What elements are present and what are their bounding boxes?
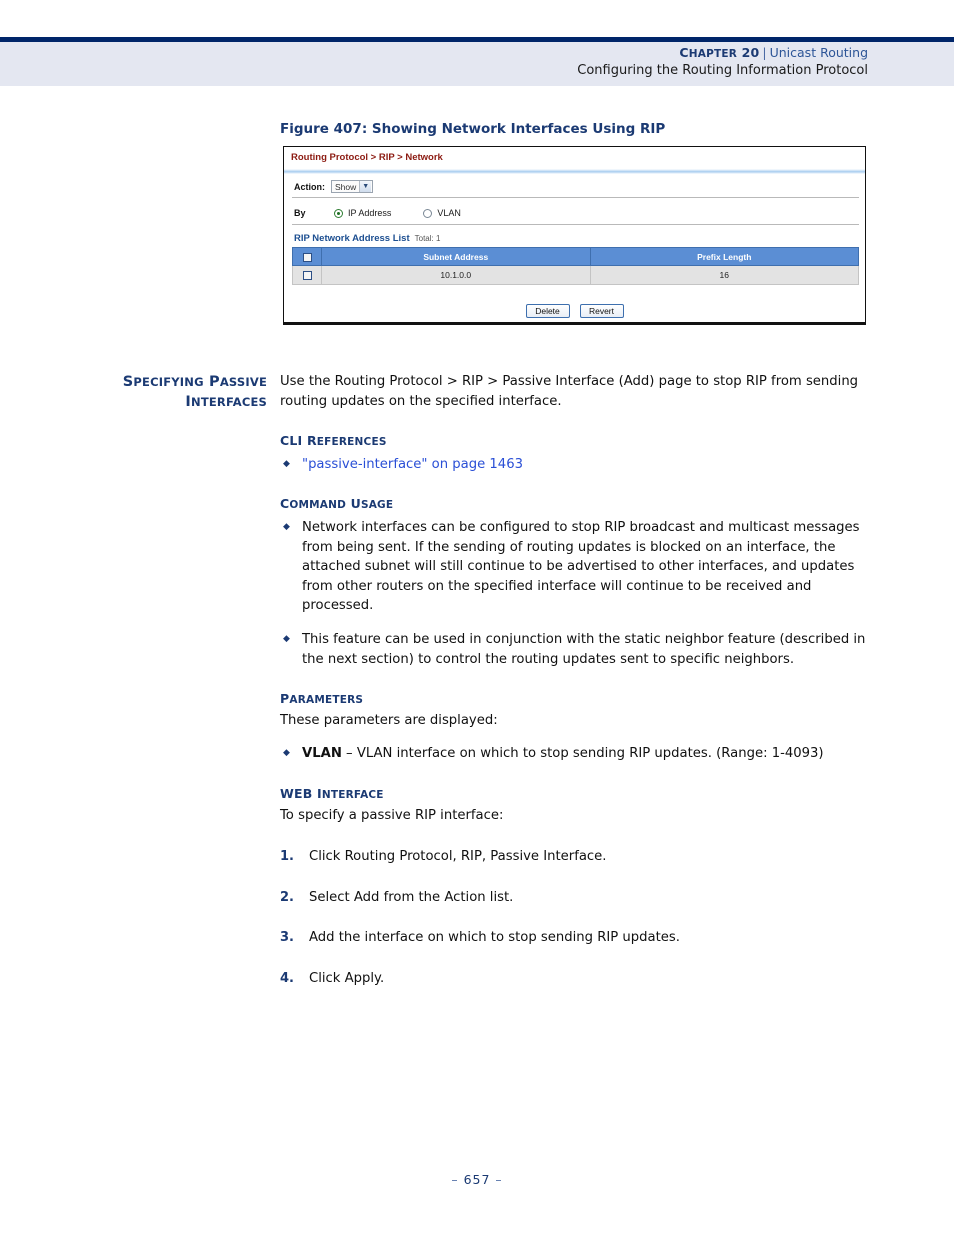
web-interface-section: WEB INTERFACE To specify a passive RIP i… <box>280 784 880 825</box>
cell-subnet-address: 10.1.0.0 <box>321 265 591 285</box>
row-select-cell[interactable] <box>292 265 322 285</box>
figure-caption: Figure 407: Showing Network Interfaces U… <box>280 121 666 137</box>
chapter-label: CHAPTER 20 <box>679 45 760 60</box>
ui-list-title: RIP Network Address List Total: 1 <box>294 233 440 244</box>
intro-paragraph: Use the Routing Protocol > RIP > Passive… <box>280 374 859 409</box>
command-usage-bullet-2: ◆ This feature can be used in conjunctio… <box>280 630 880 669</box>
step-text: Click Routing Protocol, RIP, Passive Int… <box>309 849 607 865</box>
page-number-dash-right: – <box>495 1172 503 1187</box>
step-number: 1. <box>280 849 294 865</box>
command-usage-heading: COMMAND USAGE <box>280 496 394 512</box>
ui-list-total: Total: 1 <box>414 234 441 243</box>
diamond-bullet-icon: ◆ <box>283 458 290 469</box>
delete-button[interactable]: Delete <box>525 304 570 318</box>
table-row: 10.1.0.0 16 <box>292 265 859 285</box>
command-usage-bullet-1: ◆ Network interfaces can be configured t… <box>280 518 880 616</box>
parameters-section: PARAMETERS These parameters are displaye… <box>280 689 880 764</box>
action-select[interactable]: Show ▼ <box>331 180 374 193</box>
command-usage-section: COMMAND USAGE ◆ Network interfaces can b… <box>280 494 880 669</box>
select-all-checkbox[interactable] <box>302 252 312 262</box>
cell-prefix-length: 16 <box>589 265 859 285</box>
revert-button[interactable]: Revert <box>579 304 624 318</box>
step-item: 1. Click Routing Protocol, RIP, Passive … <box>280 847 880 867</box>
section-margin-heading: SPECIFYING PASSIVE INTERFACES <box>95 372 267 412</box>
step-item: 4. Click Apply. <box>280 969 880 989</box>
web-interface-heading: WEB INTERFACE <box>280 785 384 801</box>
rip-network-address-table: Subnet Address Prefix Length 10.1.0.0 16 <box>292 247 859 285</box>
step-text: Add the interface on which to stop sendi… <box>309 930 680 946</box>
web-interface-steps: 1. Click Routing Protocol, RIP, Passive … <box>280 847 880 988</box>
step-number: 2. <box>280 889 294 905</box>
ui-list-title-text: RIP Network Address List <box>294 233 410 244</box>
ui-by-row: By IP Address VLAN <box>284 204 865 222</box>
command-usage-bullet-2-text: This feature can be used in conjunction … <box>302 631 866 667</box>
column-header-subnet-address: Subnet Address <box>321 247 591 266</box>
step-item: 2. Select Add from the Action list. <box>280 888 880 908</box>
cli-reference-item: ◆ "passive-interface" on page 1463 <box>280 455 880 475</box>
parameters-heading: PARAMETERS <box>280 691 364 707</box>
web-interface-intro: To specify a passive RIP interface: <box>280 807 504 823</box>
running-head-chapter: CHAPTER 20 | Unicast Routing <box>679 45 868 60</box>
parameter-vlan-desc: – VLAN interface on which to stop sendin… <box>341 746 824 762</box>
page-number: – 657 – <box>0 1172 954 1187</box>
radio-ip-address[interactable]: IP Address <box>334 208 391 218</box>
margin-heading-line-2: INTERFACES <box>185 394 267 410</box>
ui-divider-mid <box>292 224 859 225</box>
cli-references-section: CLI REFERENCES ◆ "passive-interface" on … <box>280 431 880 474</box>
step-number: 4. <box>280 970 294 986</box>
column-header-prefix-length: Prefix Length <box>589 247 859 266</box>
parameter-vlan-item: ◆ VLAN – VLAN interface on which to stop… <box>280 744 880 764</box>
page-number-value: 657 <box>463 1172 491 1187</box>
row-checkbox[interactable] <box>302 271 312 281</box>
radio-vlan-input[interactable] <box>423 208 433 218</box>
step-item: 3. Add the interface on which to stop se… <box>280 928 880 948</box>
diamond-bullet-icon: ◆ <box>283 748 290 759</box>
body-content: Use the Routing Protocol > RIP > Passive… <box>280 372 880 988</box>
radio-ip-address-label: IP Address <box>348 208 392 218</box>
select-all-header[interactable] <box>292 247 322 266</box>
table-header-row: Subnet Address Prefix Length <box>292 247 859 266</box>
radio-vlan-label: VLAN <box>437 208 461 218</box>
step-number: 3. <box>280 930 294 946</box>
cli-references-heading: CLI REFERENCES <box>280 433 387 449</box>
parameter-vlan-name: VLAN <box>302 746 342 762</box>
chevron-down-icon: ▼ <box>359 181 372 192</box>
ui-action-row: Action: Show ▼ <box>284 177 865 196</box>
by-label: By <box>294 208 306 218</box>
diamond-bullet-icon: ◆ <box>283 633 290 644</box>
radio-ip-address-input[interactable] <box>334 208 343 218</box>
diamond-bullet-icon: ◆ <box>283 521 290 532</box>
radio-vlan[interactable]: VLAN <box>423 208 461 218</box>
header-separator: | <box>762 45 767 60</box>
figure-screenshot: Routing Protocol > RIP > Network Action:… <box>283 146 866 325</box>
step-text: Click Apply. <box>309 970 385 986</box>
action-label: Action: <box>294 181 325 192</box>
parameters-intro: These parameters are displayed: <box>280 712 498 728</box>
ui-button-bar: Delete Revert <box>284 304 865 318</box>
chapter-name: Unicast Routing <box>769 45 868 60</box>
action-select-value: Show <box>335 181 357 192</box>
ui-breadcrumb: Routing Protocol > RIP > Network <box>291 152 443 163</box>
step-text: Select Add from the Action list. <box>309 889 514 905</box>
ui-footer-rule <box>284 322 865 324</box>
ui-divider-top <box>292 197 859 198</box>
command-usage-bullet-1-text: Network interfaces can be configured to … <box>302 519 860 614</box>
margin-heading-line-1: SPECIFYING PASSIVE <box>122 374 267 390</box>
running-head-subtitle: Configuring the Routing Information Prot… <box>577 63 868 78</box>
ui-breadcrumb-underline <box>284 169 865 174</box>
cli-reference-link[interactable]: "passive-interface" on page 1463 <box>302 457 523 472</box>
page-number-dash-left: – <box>451 1172 459 1187</box>
